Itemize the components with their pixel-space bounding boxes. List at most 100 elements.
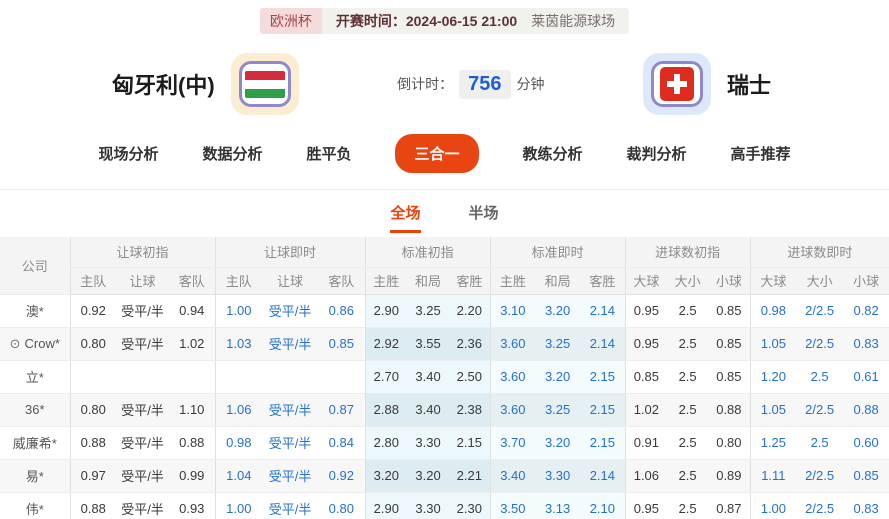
- odds-cell: 1.25: [749, 426, 797, 460]
- odds-cell: 1.06: [214, 393, 263, 427]
- tab-three-in-one[interactable]: 三合一: [395, 134, 479, 173]
- company-cell[interactable]: 立*: [0, 360, 70, 394]
- match-header: 匈牙利(中) 倒计时： 756 分钟 瑞士: [0, 34, 889, 126]
- odds-cell: 0.80: [69, 393, 116, 427]
- odds-cell: 受平/半: [116, 492, 169, 519]
- odds-cell: 2.92: [364, 327, 408, 361]
- company-cell[interactable]: 澳*: [0, 294, 70, 328]
- odds-cell: 2.5: [667, 360, 709, 394]
- odds-cell: 1.00: [214, 492, 263, 519]
- company-name: Crow*: [24, 335, 60, 351]
- away-flag-frame: [642, 53, 711, 115]
- odds-cell: 3.25: [407, 294, 450, 328]
- column-header: 主胜: [489, 267, 536, 295]
- tab-scene-analysis[interactable]: 现场分析: [98, 143, 158, 164]
- odds-cell: 受平/半: [262, 327, 319, 361]
- odds-cell: 受平/半: [262, 393, 319, 427]
- odds-cell: 0.88: [843, 393, 889, 427]
- odds-row: 易* 0.97 受平/半 0.99 1.04 受平/半 0.92 3.20 3.20 2.21 3.…: [0, 459, 889, 493]
- kickoff-time: 开赛时间：2024-06-15 21:00: [335, 13, 518, 29]
- odds-cell: 0.85: [843, 459, 889, 493]
- company-cell[interactable]: 伟*: [0, 492, 70, 519]
- odds-cell: 3.20: [407, 459, 450, 493]
- column-group-1x2-live: 标准即时: [489, 237, 626, 268]
- odds-row: 36* 0.80 受平/半 1.10 1.06 受平/半 0.87 2.88 3.40 2.38 3…: [0, 393, 889, 427]
- odds-cell: 3.20: [535, 294, 581, 328]
- hungary-flag-icon: [244, 70, 285, 98]
- company-cell[interactable]: ⊙ Crow*: [0, 327, 70, 361]
- odds-cell: 1.10: [169, 393, 216, 427]
- odds-cell: 1.02: [624, 393, 668, 427]
- odds-cell: 2.10: [580, 492, 626, 519]
- odds-cell: 3.13: [535, 492, 581, 519]
- column-header: 主胜: [364, 267, 408, 295]
- odds-cell: 0.95: [624, 294, 668, 328]
- odds-cell: 受平/半: [262, 492, 319, 519]
- odds-cell: 3.20: [535, 360, 581, 394]
- odds-table-body: 澳* 0.92 受平/半 0.94 1.00 受平/半 0.86 2.90 3.25 2.20 3.…: [0, 294, 889, 519]
- away-team: 瑞士: [642, 53, 771, 115]
- subtab-half-match[interactable]: 半场: [469, 202, 499, 233]
- odds-cell: 2.21: [449, 459, 491, 493]
- odds-cell: 1.05: [749, 327, 797, 361]
- column-group-1x2-initial: 标准初指: [364, 237, 491, 268]
- home-team: 匈牙利(中): [112, 53, 299, 115]
- odds-cell: 1.06: [624, 459, 668, 493]
- column-header: 大小: [796, 267, 844, 295]
- venue-name: 莱茵能源球场: [531, 13, 616, 29]
- odds-cell: 2.15: [580, 360, 626, 394]
- company-cell[interactable]: 易*: [0, 459, 70, 493]
- odds-cell: 受平/半: [116, 393, 169, 427]
- odds-cell: 2.30: [449, 492, 491, 519]
- odds-cell: 1.00: [214, 294, 263, 328]
- odds-cell: 受平/半: [116, 294, 169, 328]
- odds-cell: 0.88: [69, 426, 116, 460]
- odds-cell: 0.85: [624, 360, 668, 394]
- odds-cell: 3.20: [535, 426, 581, 460]
- subtab-full-match[interactable]: 全场: [390, 202, 421, 233]
- odds-cell: 2.36: [449, 327, 491, 361]
- odds-cell: 0.98: [214, 426, 263, 460]
- countdown-label: 倒计时：: [397, 76, 454, 92]
- odds-cell: 0.91: [624, 426, 668, 460]
- odds-cell: 0.93: [169, 492, 216, 519]
- odds-cell: 2.5: [667, 327, 709, 361]
- odds-cell: 受平/半: [116, 327, 169, 361]
- tab-referee-analysis[interactable]: 裁判分析: [627, 143, 687, 164]
- tab-data-analysis[interactable]: 数据分析: [202, 143, 262, 164]
- odds-table: 公司 让球初指 让球即时 标准初指 标准即时 进球数初指 进球数即时 主队 让球…: [0, 237, 889, 519]
- column-group-handicap-live: 让球即时: [214, 237, 366, 268]
- company-cell[interactable]: 威廉希*: [0, 426, 70, 460]
- column-header-company: 公司: [0, 237, 70, 295]
- odds-cell: 2.14: [580, 459, 626, 493]
- tab-win-draw-lose[interactable]: 胜平负: [306, 143, 351, 164]
- odds-cell: 2.20: [449, 294, 491, 328]
- odds-cell: 2.38: [449, 393, 491, 427]
- switzerland-flag-icon: [659, 67, 694, 101]
- column-header: 大球: [624, 267, 668, 295]
- odds-cell: 0.86: [318, 294, 366, 328]
- odds-cell: 0.83: [843, 492, 889, 519]
- column-group-handicap-initial: 让球初指: [69, 237, 216, 268]
- odds-cell: 2.5: [667, 459, 709, 493]
- odds-cell: 2.5: [667, 294, 709, 328]
- odds-cell: 3.10: [489, 294, 536, 328]
- column-header: 和局: [407, 267, 450, 295]
- odds-cell: 1.20: [749, 360, 797, 394]
- odds-cell: [116, 360, 169, 394]
- nav-tabs: 现场分析 数据分析 胜平负 三合一 教练分析 裁判分析 高手推荐: [0, 126, 889, 190]
- odds-cell: 3.30: [407, 492, 450, 519]
- odds-cell: 3.70: [489, 426, 536, 460]
- odds-cell: 0.95: [624, 492, 668, 519]
- odds-cell: 0.94: [169, 294, 216, 328]
- odds-cell: 受平/半: [116, 459, 169, 493]
- odds-cell: [214, 360, 263, 394]
- odds-cell: 2/2.5: [796, 393, 844, 427]
- company-cell[interactable]: 36*: [0, 393, 70, 427]
- odds-cell: 2.15: [580, 426, 626, 460]
- odds-cell: 2/2.5: [796, 459, 844, 493]
- tab-coach-analysis[interactable]: 教练分析: [523, 143, 583, 164]
- tab-expert-picks[interactable]: 高手推荐: [731, 143, 791, 164]
- odds-cell: 2.90: [364, 294, 408, 328]
- odds-cell: 2.14: [580, 294, 626, 328]
